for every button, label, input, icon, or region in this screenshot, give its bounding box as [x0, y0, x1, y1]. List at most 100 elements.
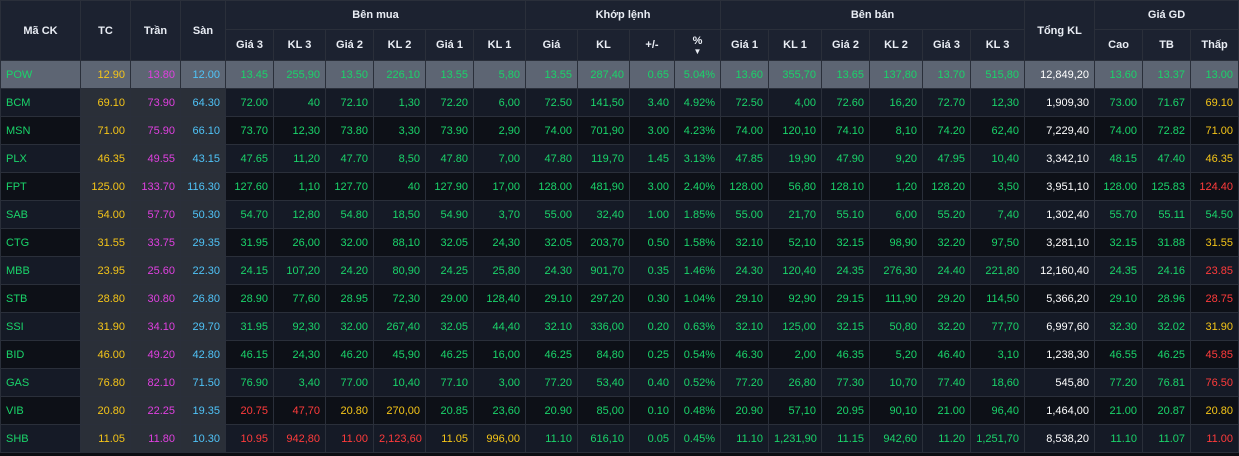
bid-price-2[interactable]: 20.80 [325, 396, 374, 425]
bid-price-1[interactable]: 11.05 [425, 424, 474, 453]
ask-price-1[interactable]: 128.00 [720, 172, 769, 201]
bid-price-1[interactable]: 46.25 [425, 340, 474, 369]
ask-price-3[interactable]: 46.40 [922, 340, 971, 369]
ask-price-3[interactable]: 55.20 [922, 200, 971, 229]
table-row[interactable]: MSN 71.00 75.90 66.10 73.70 12,30 73.80 3,30 73.… [0, 116, 1239, 145]
bid-price-1[interactable]: 20.85 [425, 396, 474, 425]
table-row[interactable]: STB 28.80 30.80 26.80 28.90 77,60 28.95 72,30 29… [0, 284, 1239, 313]
ask-price-2[interactable]: 32.15 [821, 312, 870, 341]
ask-price-2[interactable]: 47.90 [821, 144, 870, 173]
bid-price-2[interactable]: 28.95 [325, 284, 374, 313]
ask-price-1[interactable]: 32.10 [720, 312, 769, 341]
header-buy-kl3[interactable]: KL 3 [273, 29, 326, 61]
ask-price-3[interactable]: 21.00 [922, 396, 971, 425]
ask-price-1[interactable]: 46.30 [720, 340, 769, 369]
bid-price-2[interactable]: 127.70 [325, 172, 374, 201]
header-sell-gia3[interactable]: Giá 3 [922, 29, 971, 61]
ask-price-1[interactable]: 24.30 [720, 256, 769, 285]
stock-symbol[interactable]: MBB [0, 256, 81, 285]
bid-price-3[interactable]: 72.00 [225, 88, 274, 117]
ask-price-2[interactable]: 11.15 [821, 424, 870, 453]
stock-symbol[interactable]: STB [0, 284, 81, 313]
table-row[interactable]: SSI 31.90 34.10 29.70 31.95 92,30 32.00 267,40 3… [0, 312, 1239, 341]
ask-price-1[interactable]: 72.50 [720, 88, 769, 117]
ask-price-2[interactable]: 72.60 [821, 88, 870, 117]
bid-price-2[interactable]: 77.00 [325, 368, 374, 397]
stock-symbol[interactable]: CTG [0, 228, 81, 257]
ask-price-1[interactable]: 74.00 [720, 116, 769, 145]
ask-price-2[interactable]: 55.10 [821, 200, 870, 229]
bid-price-3[interactable]: 31.95 [225, 312, 274, 341]
header-sell-kl2[interactable]: KL 2 [869, 29, 923, 61]
bid-price-1[interactable]: 32.05 [425, 312, 474, 341]
table-row[interactable]: GAS 76.80 82.10 71.50 76.90 3,40 77.00 10,40 77.… [0, 368, 1239, 397]
table-row[interactable]: BCM 69.10 73.90 64.30 72.00 40 72.10 1,30 72.20 6… [0, 88, 1239, 117]
header-buy-gia2[interactable]: Giá 2 [325, 29, 374, 61]
bid-price-2[interactable]: 73.80 [325, 116, 374, 145]
bid-price-2[interactable]: 46.20 [325, 340, 374, 369]
bid-price-2[interactable]: 11.00 [325, 424, 374, 453]
ask-price-3[interactable]: 32.20 [922, 228, 971, 257]
bid-price-1[interactable]: 24.25 [425, 256, 474, 285]
bid-price-3[interactable]: 54.70 [225, 200, 274, 229]
ask-price-3[interactable]: 11.20 [922, 424, 971, 453]
header-ma-ck[interactable]: Mã CK [0, 0, 81, 61]
ask-price-3[interactable]: 77.40 [922, 368, 971, 397]
bid-price-3[interactable]: 127.60 [225, 172, 274, 201]
ask-price-2[interactable]: 13.65 [821, 60, 870, 89]
header-match-gia[interactable]: Giá [525, 29, 578, 61]
header-san[interactable]: Sàn [180, 0, 226, 61]
header-sell-kl1[interactable]: KL 1 [768, 29, 822, 61]
header-tc[interactable]: TC [80, 0, 131, 61]
ask-price-1[interactable]: 20.90 [720, 396, 769, 425]
header-thap[interactable]: Thấp [1190, 29, 1239, 61]
ask-price-3[interactable]: 74.20 [922, 116, 971, 145]
stock-symbol[interactable]: FPT [0, 172, 81, 201]
stock-symbol[interactable]: PLX [0, 144, 81, 173]
bid-price-1[interactable]: 54.90 [425, 200, 474, 229]
table-row[interactable]: PLX 46.35 49.55 43.15 47.65 11,20 47.70 8,50 47.… [0, 144, 1239, 173]
bid-price-2[interactable]: 32.00 [325, 228, 374, 257]
header-sell-gia1[interactable]: Giá 1 [720, 29, 769, 61]
table-row[interactable]: SHB 11.05 11.80 10.30 10.95 942,80 11.00 2,123,… [0, 424, 1239, 453]
ask-price-3[interactable]: 32.20 [922, 312, 971, 341]
bid-price-3[interactable]: 76.90 [225, 368, 274, 397]
stock-symbol[interactable]: POW [0, 60, 81, 89]
bid-price-3[interactable]: 46.15 [225, 340, 274, 369]
bid-price-1[interactable]: 13.55 [425, 60, 474, 89]
bid-price-2[interactable]: 72.10 [325, 88, 374, 117]
ask-price-1[interactable]: 13.60 [720, 60, 769, 89]
ask-price-2[interactable]: 77.30 [821, 368, 870, 397]
header-match-pct[interactable]: % ▼ [674, 29, 721, 61]
header-match-change[interactable]: +/- [629, 29, 675, 61]
bid-price-2[interactable]: 13.50 [325, 60, 374, 89]
table-row[interactable]: FPT 125.00 133.70 116.30 127.60 1,10 127.70 40 1… [0, 172, 1239, 201]
header-buy-gia3[interactable]: Giá 3 [225, 29, 274, 61]
header-buy-gia1[interactable]: Giá 1 [425, 29, 474, 61]
ask-price-2[interactable]: 24.35 [821, 256, 870, 285]
ask-price-1[interactable]: 47.85 [720, 144, 769, 173]
bid-price-1[interactable]: 127.90 [425, 172, 474, 201]
ask-price-1[interactable]: 32.10 [720, 228, 769, 257]
bid-price-1[interactable]: 32.05 [425, 228, 474, 257]
bid-price-2[interactable]: 24.20 [325, 256, 374, 285]
header-match-kl[interactable]: KL [577, 29, 630, 61]
table-row[interactable]: VIB 20.80 22.25 19.35 20.75 47,70 20.80 270,00 2… [0, 396, 1239, 425]
ask-price-2[interactable]: 74.10 [821, 116, 870, 145]
ask-price-1[interactable]: 77.20 [720, 368, 769, 397]
stock-symbol[interactable]: SHB [0, 424, 81, 453]
stock-symbol[interactable]: BCM [0, 88, 81, 117]
header-sell-gia2[interactable]: Giá 2 [821, 29, 870, 61]
table-row[interactable]: SAB 54.00 57.70 50.30 54.70 12,80 54.80 18,50 54… [0, 200, 1239, 229]
ask-price-2[interactable]: 29.15 [821, 284, 870, 313]
stock-symbol[interactable]: SSI [0, 312, 81, 341]
ask-price-1[interactable]: 29.10 [720, 284, 769, 313]
bid-price-1[interactable]: 47.80 [425, 144, 474, 173]
ask-price-3[interactable]: 13.70 [922, 60, 971, 89]
bid-price-3[interactable]: 28.90 [225, 284, 274, 313]
ask-price-3[interactable]: 47.95 [922, 144, 971, 173]
bid-price-2[interactable]: 47.70 [325, 144, 374, 173]
ask-price-3[interactable]: 29.20 [922, 284, 971, 313]
stock-symbol[interactable]: GAS [0, 368, 81, 397]
bid-price-1[interactable]: 29.00 [425, 284, 474, 313]
